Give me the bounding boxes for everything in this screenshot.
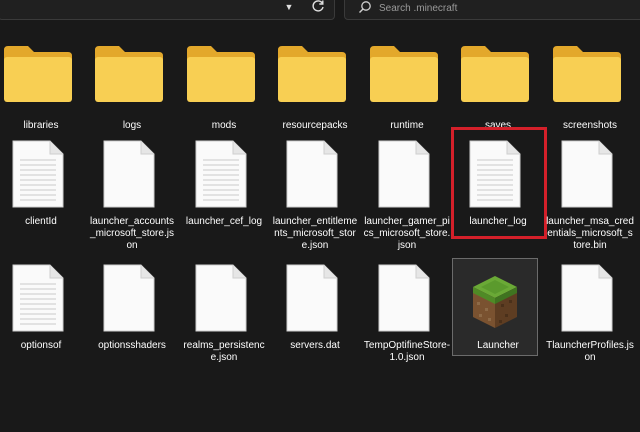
document-icon: [286, 140, 338, 208]
document-icon: [469, 140, 521, 208]
item-label: libraries: [23, 120, 59, 131]
item-label: realms_persistence.json: [183, 340, 265, 363]
search-input[interactable]: [379, 1, 619, 15]
item-label: screenshots: [563, 120, 617, 131]
folder-icon: [95, 46, 163, 102]
folder-icon: [370, 46, 438, 102]
refresh-icon[interactable]: [310, 0, 326, 14]
item-label: optionsshaders: [98, 340, 166, 351]
file-item-realms-persistence[interactable]: realms_persistence.json: [177, 264, 265, 374]
document-icon: [561, 264, 613, 332]
item-label: launcher_entitlements_microsoft_store.js…: [272, 216, 358, 251]
file-item-launcher-entitlements[interactable]: launcher_entitlements_microsoft_store.js…: [268, 140, 357, 251]
item-label: logs: [122, 120, 142, 131]
folder-icon: [187, 46, 255, 102]
item-label: mods: [211, 120, 237, 131]
item-label: Launcher: [477, 340, 519, 351]
file-item-launcher-gamer-pics[interactable]: launcher_gamer_pics_microsoft_store.json: [360, 140, 450, 251]
minecraft-grass-block-icon: [473, 276, 517, 328]
search-icon: [359, 1, 371, 13]
item-label: TempOptifineStore-1.0.json: [363, 340, 451, 363]
document-icon: [195, 140, 247, 208]
folder-item-mods[interactable]: mods: [177, 44, 265, 134]
file-item-tlauncherprofiles[interactable]: TlauncherProfiles.json: [543, 264, 634, 374]
file-item-optionsshaders[interactable]: optionsshaders: [85, 264, 173, 374]
folder-item-screenshots[interactable]: screenshots: [543, 44, 631, 134]
folder-icon: [461, 46, 529, 102]
item-label: resourcepacks: [282, 120, 348, 131]
document-icon: [561, 140, 613, 208]
document-icon: [378, 140, 430, 208]
document-icon: [286, 264, 338, 332]
file-item-tempoptifinestore[interactable]: TempOptifineStore-1.0.json: [360, 264, 450, 374]
file-item-servers-dat[interactable]: servers.dat: [268, 264, 356, 374]
search-box[interactable]: [344, 0, 640, 20]
file-item-launcher-cef-log[interactable]: launcher_cef_log: [177, 140, 265, 240]
item-label: launcher_accounts_microsoft_store.json: [90, 216, 174, 251]
folder-item-logs[interactable]: logs: [85, 44, 173, 134]
file-item-optionsof[interactable]: optionsof: [0, 264, 82, 374]
file-item-launcher-log[interactable]: launcher_log: [451, 140, 539, 240]
file-item-launcher-msa-credentials[interactable]: launcher_msa_credentials_microsoft_store…: [543, 140, 634, 251]
folder-item-resourcepacks[interactable]: resourcepacks: [268, 44, 356, 134]
item-label: optionsof: [20, 340, 62, 351]
item-label: TlauncherProfiles.json: [546, 340, 634, 363]
folder-item-libraries[interactable]: libraries: [0, 44, 82, 134]
document-icon: [12, 140, 64, 208]
address-bar[interactable]: ▼: [0, 0, 335, 20]
item-label: launcher_gamer_pics_microsoft_store.json: [363, 216, 451, 251]
document-icon: [12, 264, 64, 332]
item-label: launcher_log: [469, 216, 527, 227]
file-item-launcher[interactable]: Launcher: [451, 264, 539, 374]
document-icon: [378, 264, 430, 332]
item-label: launcher_msa_credentials_microsoft_store…: [546, 216, 634, 251]
folder-item-saves[interactable]: saves: [451, 44, 539, 134]
file-item-launcher-accounts[interactable]: launcher_accounts_microsoft_store.json: [85, 140, 174, 251]
document-icon: [103, 140, 155, 208]
folder-icon: [553, 46, 621, 102]
folder-icon: [4, 46, 72, 102]
document-icon: [195, 264, 247, 332]
item-label: runtime: [390, 120, 424, 131]
folder-item-runtime[interactable]: runtime: [360, 44, 448, 134]
item-label: servers.dat: [290, 340, 340, 351]
document-icon: [103, 264, 155, 332]
toolbar: ▼: [0, 0, 640, 22]
folder-icon: [278, 46, 346, 102]
item-label: launcher_cef_log: [185, 216, 263, 227]
file-item-clientid[interactable]: clientId: [0, 140, 82, 240]
item-label: clientId: [25, 216, 57, 227]
chevron-down-icon[interactable]: ▼: [282, 2, 296, 12]
